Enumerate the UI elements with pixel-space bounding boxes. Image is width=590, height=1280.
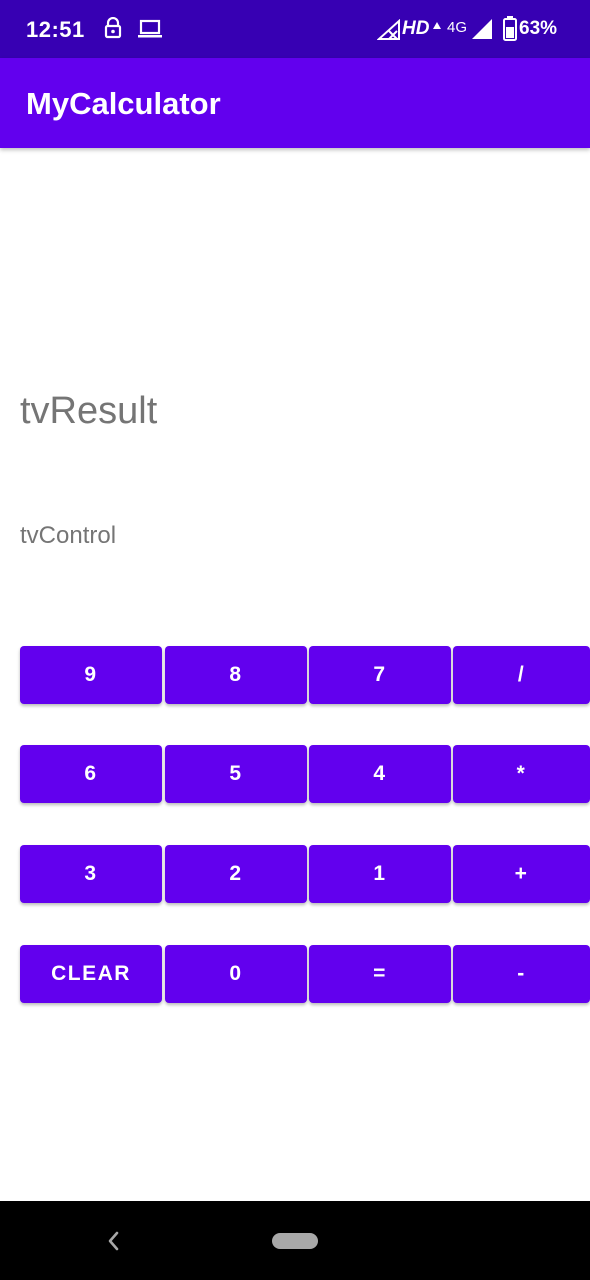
no-signal-icon <box>376 18 401 46</box>
button-3[interactable]: 3 <box>20 845 162 903</box>
button-clear[interactable]: CLEAR <box>20 945 162 1003</box>
network-type-label: 4G <box>447 19 468 36</box>
button-9[interactable]: 9 <box>20 646 162 704</box>
status-time: 12:51 <box>26 17 85 42</box>
app-title: MyCalculator <box>26 86 221 121</box>
result-display: tvResult <box>20 390 158 432</box>
network-hd-label: HD <box>402 18 430 39</box>
battery-icon <box>503 16 517 47</box>
signal-icon <box>470 18 494 45</box>
button-divide[interactable]: / <box>453 646 590 704</box>
button-7[interactable]: 7 <box>309 646 451 704</box>
button-0[interactable]: 0 <box>165 945 307 1003</box>
button-5[interactable]: 5 <box>165 745 307 803</box>
button-4[interactable]: 4 <box>309 745 451 803</box>
app-bar: MyCalculator <box>0 58 590 148</box>
home-pill-icon[interactable] <box>272 1233 318 1249</box>
button-2[interactable]: 2 <box>165 845 307 903</box>
lock-icon <box>104 16 122 44</box>
button-1[interactable]: 1 <box>309 845 451 903</box>
button-plus[interactable]: + <box>453 845 590 903</box>
battery-percent: 63% <box>519 18 558 39</box>
button-equals[interactable]: = <box>309 945 451 1003</box>
navigation-bar <box>0 1201 590 1280</box>
status-bar: 12:51 HD 4G 63% <box>0 0 590 58</box>
control-display: tvControl <box>20 522 117 549</box>
laptop-icon <box>137 19 163 44</box>
button-8[interactable]: 8 <box>165 646 307 704</box>
button-6[interactable]: 6 <box>20 745 162 803</box>
button-multiply[interactable]: * <box>453 745 590 803</box>
back-icon[interactable] <box>104 1229 124 1258</box>
data-arrow-icon <box>432 18 442 36</box>
button-minus[interactable]: - <box>453 945 590 1003</box>
